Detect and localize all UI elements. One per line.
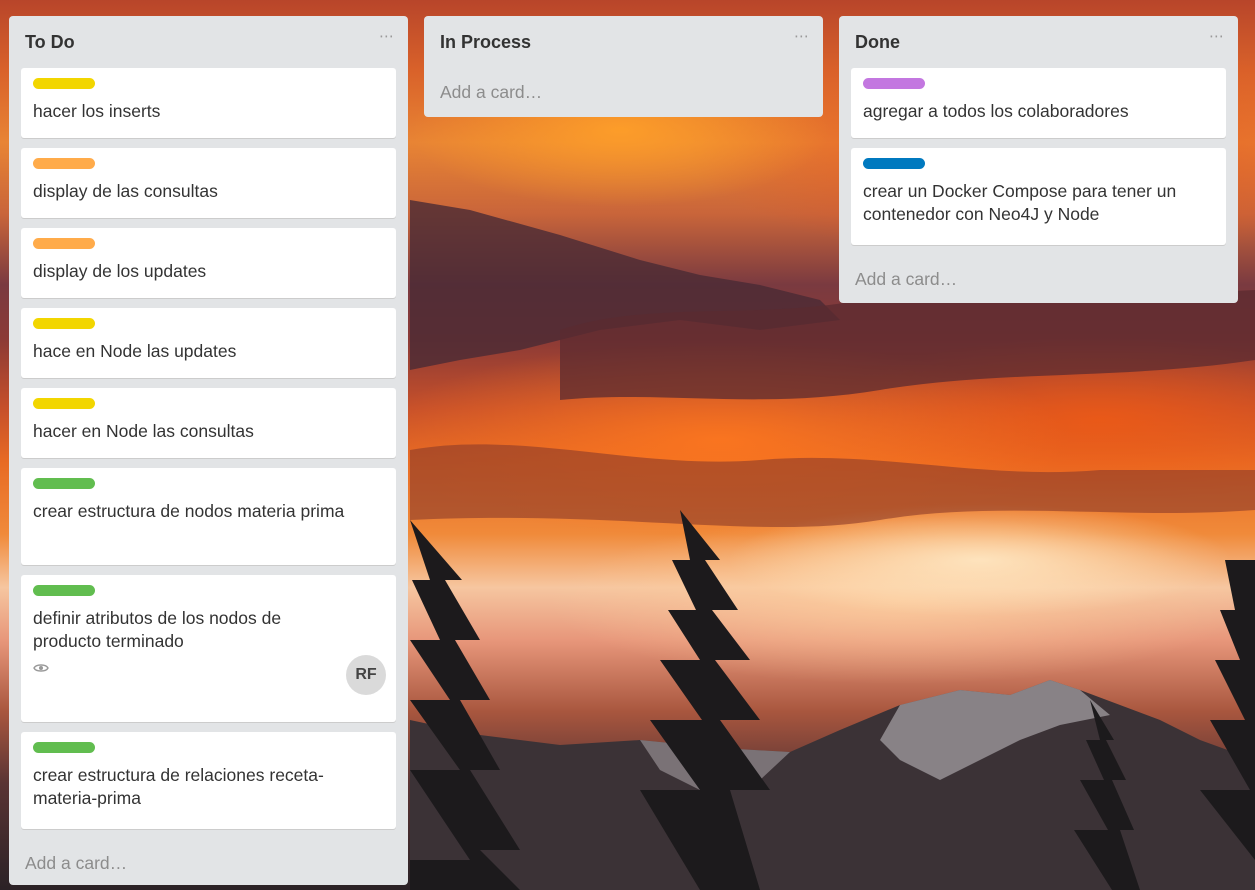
card-label (33, 78, 95, 89)
ellipsis-icon[interactable]: ⋯ (794, 28, 809, 46)
card-title: definir atributos de los nodos de produc… (33, 608, 282, 651)
list-title[interactable]: In Process (440, 32, 531, 53)
card-label (33, 238, 95, 249)
card-badges: RF (33, 653, 386, 695)
card-label (33, 158, 95, 169)
card-title: hace en Node las updates (33, 341, 237, 361)
card[interactable]: agregar a todos los colaboradores (851, 68, 1226, 138)
list-title[interactable]: To Do (25, 32, 75, 53)
card-list: agregar a todos los colaboradores crear … (839, 68, 1238, 245)
ellipsis-icon[interactable]: ⋯ (379, 28, 394, 46)
add-card-button[interactable]: Add a card… (9, 853, 408, 874)
card-title: hacer los inserts (33, 101, 161, 121)
card-title: crear estructura de relaciones receta-ma… (33, 765, 324, 808)
list-in-process: In Process ⋯ Add a card… (424, 16, 823, 117)
card-title: hacer en Node las consultas (33, 421, 254, 441)
card-label (33, 478, 95, 489)
eye-icon (33, 661, 49, 679)
list-header: To Do ⋯ (9, 16, 408, 68)
card[interactable]: display de los updates (21, 228, 396, 298)
card[interactable]: hacer los inserts (21, 68, 396, 138)
card-title: crear estructura de nodos materia prima (33, 501, 345, 521)
list-title[interactable]: Done (855, 32, 900, 53)
card-title: display de los updates (33, 261, 207, 281)
card-list: hacer los inserts display de las consult… (9, 68, 408, 829)
card-label (33, 585, 95, 596)
card-title: agregar a todos los colaboradores (863, 101, 1129, 121)
avatar[interactable]: RF (346, 655, 386, 695)
card[interactable]: crear estructura de nodos materia prima (21, 468, 396, 565)
card-label (33, 398, 95, 409)
card-label (863, 158, 925, 169)
list-done: Done ⋯ agregar a todos los colaboradores… (839, 16, 1238, 303)
card[interactable]: hace en Node las updates (21, 308, 396, 378)
add-card-button[interactable]: Add a card… (839, 269, 1238, 290)
list-header: Done ⋯ (839, 16, 1238, 68)
list-to-do: To Do ⋯ hacer los inserts display de las… (9, 16, 408, 885)
card[interactable]: display de las consultas (21, 148, 396, 218)
card[interactable]: crear un Docker Compose para tener un co… (851, 148, 1226, 245)
card-title: display de las consultas (33, 181, 218, 201)
card[interactable]: definir atributos de los nodos de produc… (21, 575, 396, 722)
card-label (33, 318, 95, 329)
card[interactable]: crear estructura de relaciones receta-ma… (21, 732, 396, 829)
card-label (863, 78, 925, 89)
card-title: crear un Docker Compose para tener un co… (863, 181, 1177, 224)
add-card-button[interactable]: Add a card… (424, 82, 823, 103)
ellipsis-icon[interactable]: ⋯ (1209, 28, 1224, 46)
list-header: In Process ⋯ (424, 16, 823, 68)
card-label (33, 742, 95, 753)
card[interactable]: hacer en Node las consultas (21, 388, 396, 458)
